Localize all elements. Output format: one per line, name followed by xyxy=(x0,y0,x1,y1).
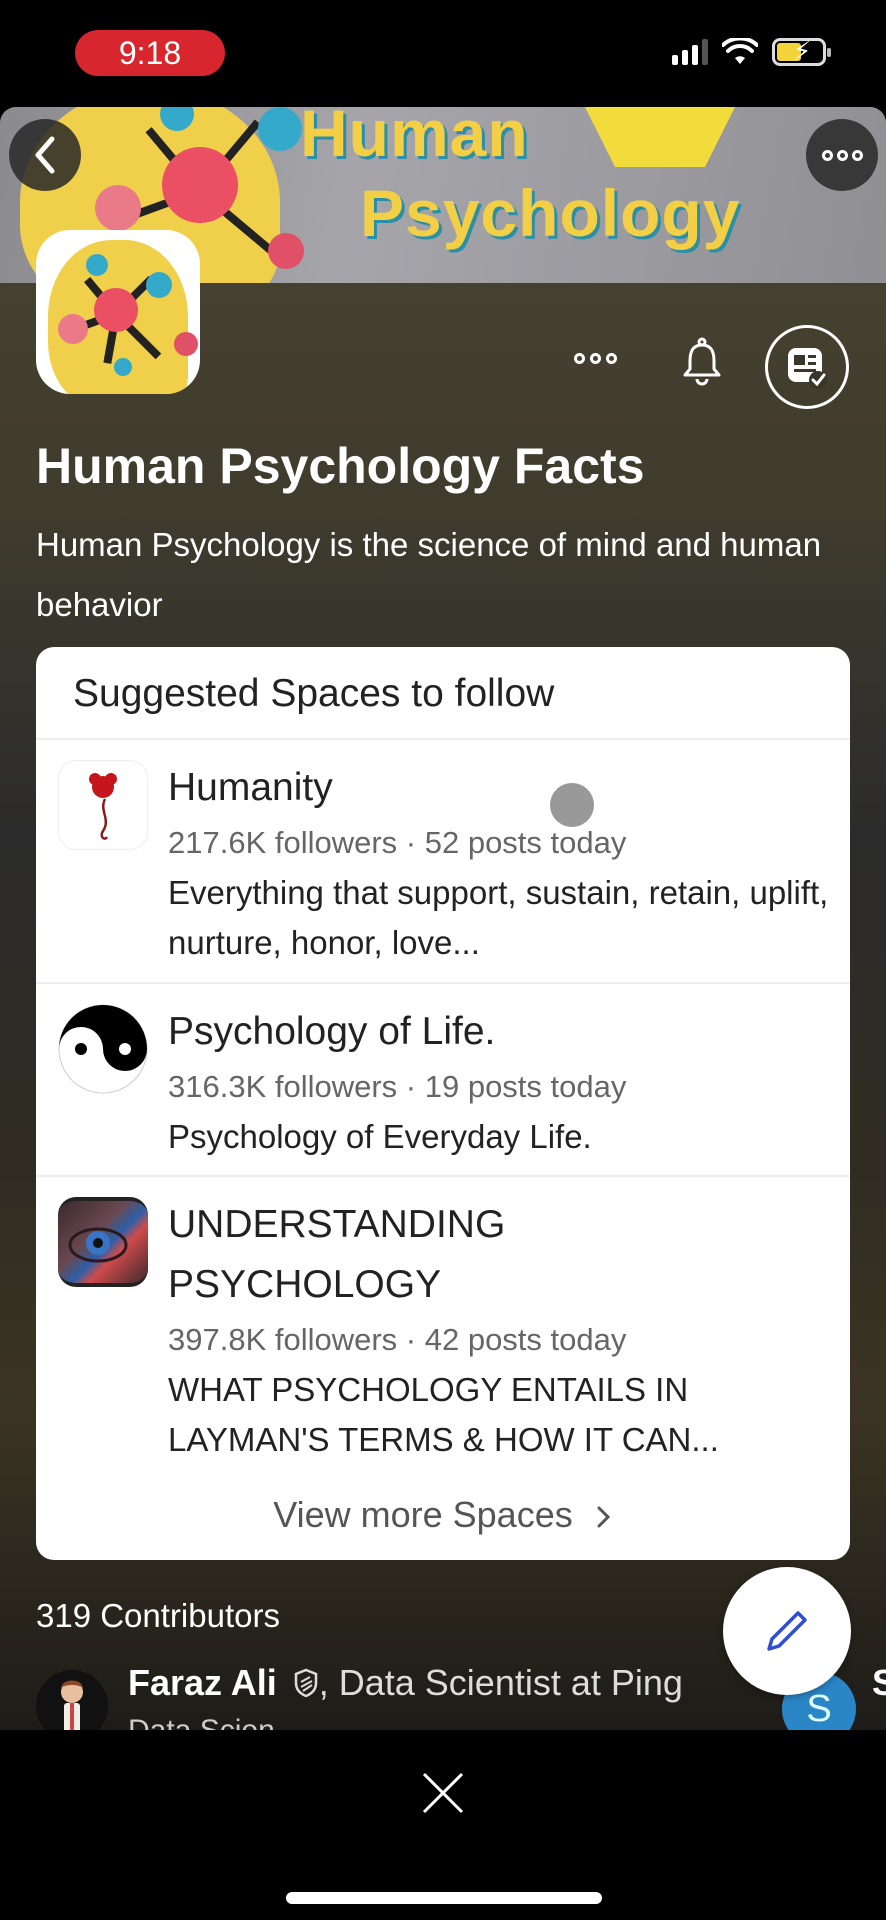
cellular-signal-icon xyxy=(672,39,708,65)
chevron-left-icon xyxy=(35,136,55,174)
space-description: Human Psychology is the science of mind … xyxy=(36,526,822,623)
compose-button[interactable] xyxy=(723,1567,851,1695)
space-about: Psychology of Everyday Life. xyxy=(168,1118,592,1155)
followed-button[interactable] xyxy=(765,325,849,409)
space-meta: 316.3K followers · 19 posts today xyxy=(168,1069,627,1104)
space-about: WHAT PSYCHOLOGY ENTAILS IN LAYMAN'S TERM… xyxy=(168,1371,719,1458)
more-horizontal-icon xyxy=(821,149,863,161)
contributor-name: Faraz Ali xyxy=(128,1662,277,1703)
space-actions xyxy=(0,325,886,409)
status-time: 9:18 xyxy=(75,30,225,76)
view-more-label: View more Spaces xyxy=(273,1494,573,1535)
space-name: Psychology of Life. xyxy=(168,1010,496,1053)
space-icon-humanity xyxy=(58,760,148,850)
suggested-spaces-header: Suggested Spaces to follow xyxy=(36,647,850,740)
status-bar: 9:18 ⚡ xyxy=(0,0,886,107)
shield-badge-icon xyxy=(294,1668,317,1698)
suggested-space-item[interactable]: Humanity 217.6K followers · 52 posts tod… xyxy=(36,740,850,984)
suggested-space-item[interactable]: UNDERSTANDING PSYCHOLOGY 397.8K follower… xyxy=(36,1177,850,1483)
contributor-avatar[interactable] xyxy=(36,1670,108,1730)
touch-indicator xyxy=(550,783,594,827)
contributors-count: 319 Contributors xyxy=(36,1597,280,1634)
back-button[interactable] xyxy=(9,119,81,191)
banner-hexagon xyxy=(585,107,735,167)
chevron-right-icon xyxy=(597,1506,610,1528)
space-title: Human Psychology Facts xyxy=(36,438,645,494)
notifications-button[interactable] xyxy=(680,337,724,392)
bell-icon xyxy=(683,337,721,386)
banner-more-button[interactable] xyxy=(806,119,878,191)
space-about: Everything that support, sustain, retain… xyxy=(168,874,829,961)
status-icons: ⚡ xyxy=(672,37,831,66)
home-indicator[interactable] xyxy=(286,1892,602,1904)
space-name: UNDERSTANDING PSYCHOLOGY xyxy=(168,1203,506,1306)
space-name: Humanity xyxy=(168,766,333,809)
space-icon-yin-yang xyxy=(58,1004,148,1094)
close-icon[interactable] xyxy=(420,1770,466,1816)
bottom-bar xyxy=(0,1730,886,1920)
view-more-spaces-link[interactable]: View more Spaces xyxy=(36,1480,850,1560)
pencil-icon xyxy=(767,1611,807,1651)
space-meta: 397.8K followers · 42 posts today xyxy=(168,1322,627,1357)
wifi-icon xyxy=(722,38,758,64)
contributor-credential-continued: Data Scien... xyxy=(128,1714,300,1730)
space-icon-eye xyxy=(58,1197,148,1287)
banner-title-line2: Psychology xyxy=(360,176,741,250)
contributor-credential: , Data Scientist at Ping xyxy=(318,1662,683,1703)
contributor-name-partial: S xyxy=(872,1662,886,1703)
banner-title-line1: Human xyxy=(300,107,529,170)
contributor-name-line[interactable]: Faraz Ali , Data Scientist at Ping xyxy=(128,1662,683,1704)
suggested-space-item[interactable]: Psychology of Life. 316.3K followers · 1… xyxy=(36,984,850,1177)
followed-space-icon xyxy=(788,348,827,389)
space-more-button[interactable] xyxy=(574,353,617,364)
space-page: Human Psychology Human Psychology Facts … xyxy=(0,107,886,1730)
battery-charging-icon: ⚡ xyxy=(772,37,831,66)
space-meta: 217.6K followers · 52 posts today xyxy=(168,825,627,860)
suggested-spaces-card: Suggested Spaces to follow Humanity 217.… xyxy=(36,647,850,1560)
